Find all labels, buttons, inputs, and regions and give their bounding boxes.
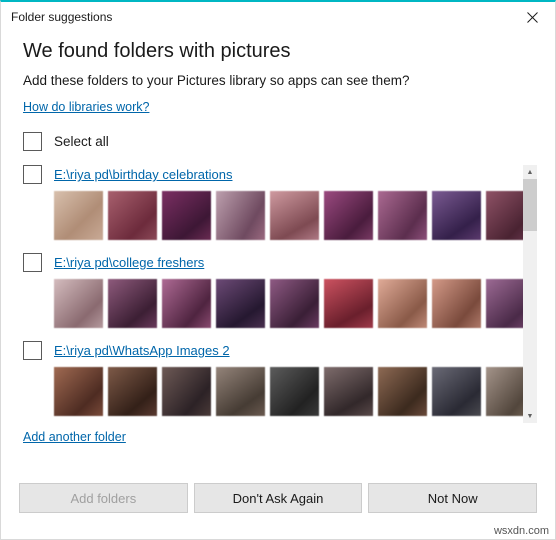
thumbnail: [54, 279, 103, 328]
folder-checkbox[interactable]: [23, 341, 42, 360]
thumbnail: [54, 191, 103, 240]
scrollbar-thumb[interactable]: [523, 179, 537, 231]
thumbnail: [378, 191, 427, 240]
thumbnail: [108, 367, 157, 416]
thumbnail: [216, 367, 265, 416]
folder-checkbox[interactable]: [23, 253, 42, 272]
thumbnail: [270, 367, 319, 416]
help-link-row: How do libraries work?: [23, 98, 537, 116]
folder-thumbnails: [54, 367, 537, 416]
thumbnail: [324, 191, 373, 240]
folder-header: E:\riya pd\college freshers: [23, 253, 537, 272]
thumbnail: [162, 191, 211, 240]
thumbnail: [108, 191, 157, 240]
thumbnail: [378, 279, 427, 328]
thumbnail: [162, 279, 211, 328]
select-all-row: Select all: [23, 132, 537, 151]
thumbnail: [162, 367, 211, 416]
folder-header: E:\riya pd\WhatsApp Images 2: [23, 341, 537, 360]
scrollbar[interactable]: ▲ ▼: [523, 165, 537, 423]
scroll-up-icon[interactable]: ▲: [523, 165, 537, 179]
window-title: Folder suggestions: [11, 10, 113, 24]
thumbnail: [432, 279, 481, 328]
close-glyph: [527, 11, 538, 23]
not-now-button[interactable]: Not Now: [368, 483, 538, 513]
close-icon[interactable]: [510, 2, 555, 32]
select-all-label: Select all: [54, 134, 109, 149]
add-folders-button[interactable]: Add folders: [19, 483, 188, 513]
thumbnail: [432, 191, 481, 240]
thumbnail: [270, 279, 319, 328]
page-title: We found folders with pictures: [23, 40, 291, 62]
how-do-libraries-work-link[interactable]: How do libraries work?: [23, 100, 149, 114]
add-another-folder-row: Add another folder: [23, 429, 537, 444]
thumbnail: [216, 191, 265, 240]
thumbnail: [378, 367, 427, 416]
dont-ask-again-button[interactable]: Don't Ask Again: [193, 483, 363, 513]
thumbnail: [324, 279, 373, 328]
folder-item: E:\riya pd\college freshers: [23, 253, 537, 328]
folder-thumbnails: [54, 279, 537, 328]
thumbnail: [54, 367, 103, 416]
dialog-subtext: Add these folders to your Pictures libra…: [23, 73, 410, 88]
folder-item: E:\riya pd\birthday celebrations: [23, 165, 537, 240]
folder-suggestions-window: Folder suggestions We found folders with…: [0, 0, 556, 540]
add-another-folder-link[interactable]: Add another folder: [23, 430, 126, 444]
thumbnail: [432, 367, 481, 416]
folder-thumbnails: [54, 191, 537, 240]
title-bar: Folder suggestions: [1, 2, 555, 32]
thumbnail: [216, 279, 265, 328]
folder-item: E:\riya pd\WhatsApp Images 2: [23, 341, 537, 416]
watermark: wsxdn.com: [493, 525, 549, 537]
folder-checkbox[interactable]: [23, 165, 42, 184]
folder-list: E:\riya pd\birthday celebrations E:\riya…: [23, 165, 537, 423]
thumbnail: [270, 191, 319, 240]
thumbnail: [324, 367, 373, 416]
scroll-down-icon[interactable]: ▼: [523, 409, 537, 423]
button-bar: Add folders Don't Ask Again Not Now: [1, 483, 555, 513]
folder-path-link[interactable]: E:\riya pd\birthday celebrations: [54, 167, 232, 182]
thumbnail: [108, 279, 157, 328]
dialog-body: We found folders with pictures Add these…: [1, 40, 555, 444]
select-all-checkbox[interactable]: [23, 132, 42, 151]
folder-path-link[interactable]: E:\riya pd\college freshers: [54, 255, 204, 270]
folder-path-link[interactable]: E:\riya pd\WhatsApp Images 2: [54, 343, 230, 358]
folder-header: E:\riya pd\birthday celebrations: [23, 165, 537, 184]
